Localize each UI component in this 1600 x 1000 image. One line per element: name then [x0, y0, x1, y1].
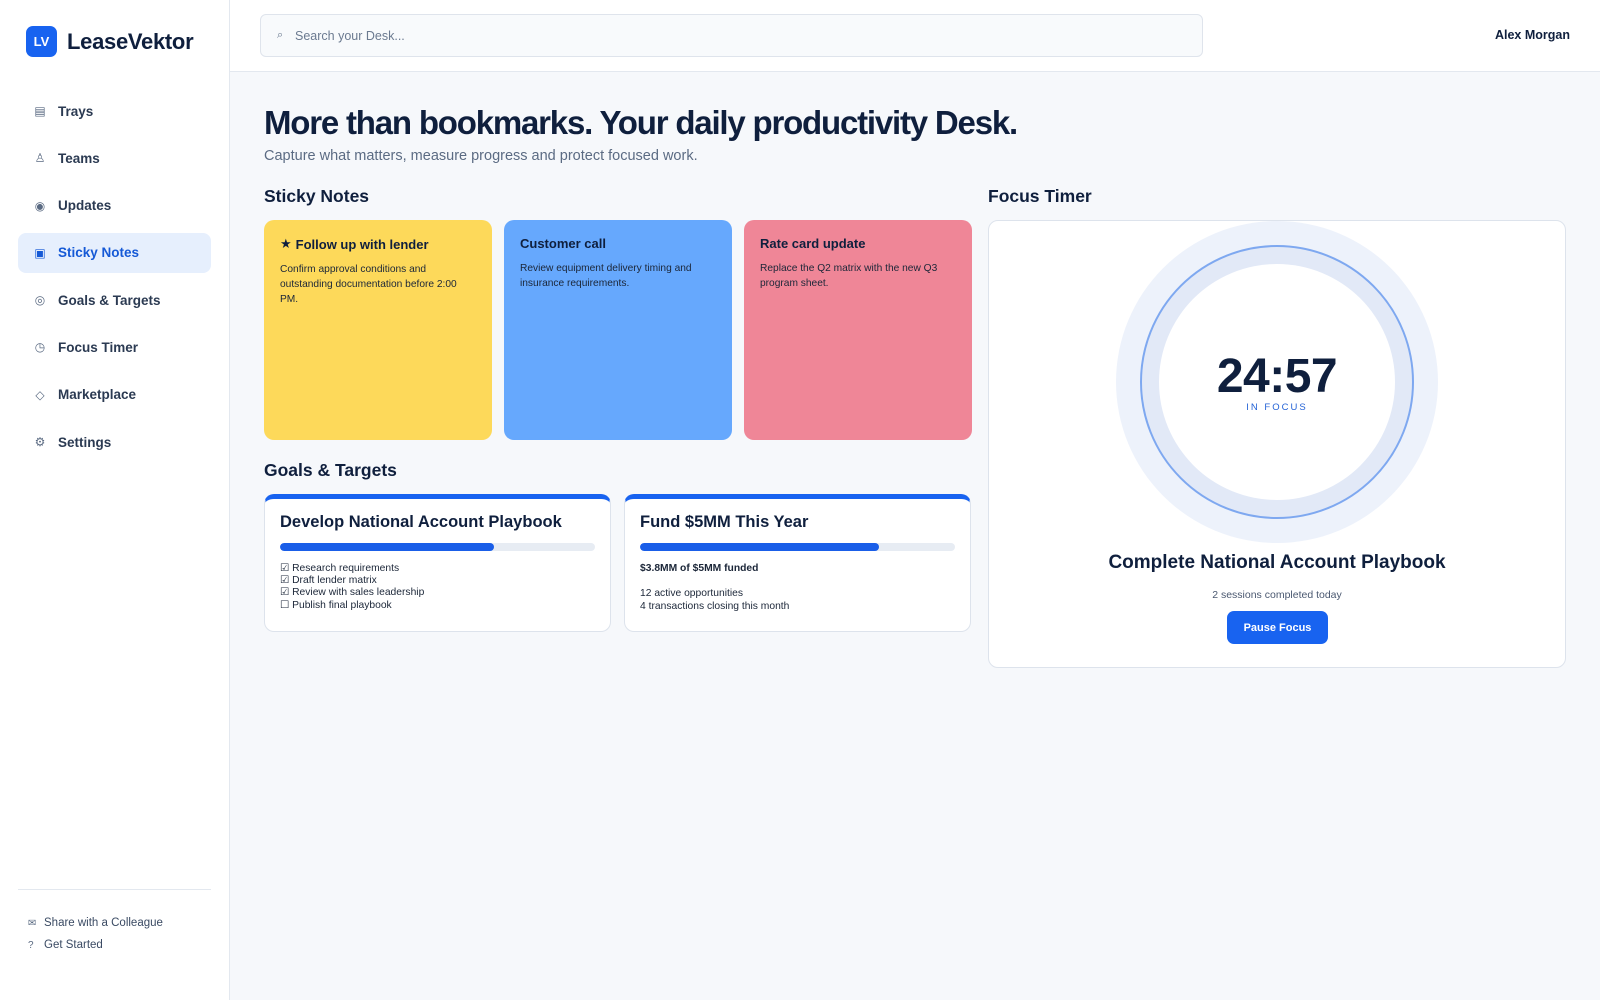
- footer-link-label: Share with a Colleague: [44, 917, 163, 929]
- goal-progress-fill: [640, 543, 880, 551]
- sticky-note[interactable]: Customer call Review equipment delivery t…: [504, 220, 732, 440]
- sidebar-item-label: Sticky Notes: [58, 245, 140, 261]
- checklist-item-text: Publish final playbook: [292, 599, 392, 611]
- help-icon: ?: [28, 939, 34, 951]
- sidebar-item-label: Updates: [58, 198, 112, 214]
- checkbox-empty-icon[interactable]: ☐: [280, 600, 289, 611]
- footer-link-share-with-a-colleague[interactable]: ✉ Share with a Colleague: [28, 912, 163, 934]
- sticky-note[interactable]: ★ Follow up with lender Confirm approval c…: [264, 220, 492, 440]
- sticky-note-body: Review equipment delivery timing and ins…: [520, 263, 692, 289]
- checkbox-checked-icon[interactable]: ☑: [280, 587, 289, 598]
- sidebar-item-focus-timer[interactable]: ◷ Focus Timer: [18, 327, 211, 367]
- sidebar-footer: ✉ Share with a Colleague? Get Started: [28, 912, 163, 956]
- goal-stat: 4 transactions closing this month: [640, 600, 790, 612]
- user-name[interactable]: Alex Morgan: [1495, 28, 1570, 42]
- checklist-item-text: Draft lender matrix: [292, 575, 377, 587]
- sidebar-divider: [18, 889, 211, 890]
- teams-icon: ♙: [34, 151, 46, 166]
- marketplace-icon: ◇: [35, 387, 45, 402]
- sticky-notes-heading: Sticky Notes: [264, 186, 370, 206]
- checklist-item-text: Research requirements: [292, 563, 400, 574]
- sticky-note-title: ★ Follow up with lender: [280, 236, 476, 252]
- checklist-item[interactable]: ☑ Review with sales leadership: [280, 587, 595, 599]
- sidebar-item-sticky-notes[interactable]: ▣ Sticky Notes: [18, 232, 211, 273]
- search-bar[interactable]: ⌕: [260, 14, 1203, 57]
- page-subtitle: Capture what matters, measure progress a…: [264, 148, 698, 164]
- search-icon: ⌕: [277, 29, 284, 41]
- timer-countdown: 24:57: [1216, 350, 1338, 403]
- goal-progress-bar: [280, 543, 595, 551]
- sidebar-item-marketplace[interactable]: ◇ Marketplace: [18, 375, 211, 415]
- goal-funded-amount: $3.8MM of $5MM funded: [640, 563, 759, 574]
- sidebar-item-teams[interactable]: ♙ Teams: [18, 138, 211, 178]
- sidebar-item-updates[interactable]: ◉ Updates: [18, 186, 211, 226]
- checklist-item[interactable]: ☑ Draft lender matrix: [280, 575, 595, 587]
- sidebar-item-label: Goals & Targets: [58, 292, 161, 308]
- target-icon: ◎: [34, 293, 46, 308]
- timer-icon: ◷: [34, 340, 46, 355]
- gear-icon: ⚙: [34, 435, 46, 450]
- sticky-note-title-text: Rate card update: [760, 236, 866, 251]
- sidebar-item-label: Settings: [58, 434, 112, 450]
- goal-card-funding[interactable]: Fund $5MM This Year $3.8MM of $5MM funde…: [624, 494, 971, 632]
- goal-checklist: ☑ Research requirements ☑ Draft lender ma…: [280, 563, 595, 612]
- goal-card-playbook[interactable]: Develop National Account Playbook ☑ Rese…: [264, 494, 611, 632]
- checkbox-checked-icon[interactable]: ☑: [280, 563, 289, 574]
- star-icon: ★: [280, 236, 292, 251]
- goal-title: Develop National Account Playbook: [280, 513, 562, 531]
- sidebar-nav: ▤ Trays ♙ Teams ◉ Updates ▣ Sticky Notes ◎ Goals …: [18, 91, 211, 469]
- search-input[interactable]: [295, 28, 1155, 43]
- brand-logo: LV: [26, 26, 57, 57]
- sticky-note-icon: ▣: [34, 245, 46, 260]
- goal-progress-bar: [640, 543, 955, 551]
- sidebar-item-label: Focus Timer: [58, 339, 139, 355]
- top-header: ⌕ Alex Morgan: [230, 0, 1600, 72]
- checklist-item-text: Review with sales leadership: [292, 587, 425, 599]
- goals-heading: Goals & Targets: [264, 460, 397, 480]
- checklist-item[interactable]: ☐ Publish final playbook: [280, 600, 595, 612]
- timer-status: IN FOCUS: [1246, 402, 1308, 413]
- mail-icon: ✉: [28, 917, 37, 929]
- checklist-item[interactable]: ☑ Research requirements: [280, 563, 595, 575]
- pause-focus-button[interactable]: Pause Focus: [1227, 611, 1328, 644]
- checkbox-checked-icon[interactable]: ☑: [280, 575, 289, 586]
- updates-icon: ◉: [34, 198, 46, 213]
- sticky-note-body: Replace the Q2 matrix with the new Q3 pr…: [760, 263, 938, 289]
- sidebar-item-label: Teams: [58, 150, 100, 166]
- sticky-note-title-text: Follow up with lender: [295, 236, 429, 252]
- footer-link-get-started[interactable]: ? Get Started: [28, 934, 163, 956]
- focus-timer-card: 24:57 IN FOCUS Complete National Account…: [988, 220, 1566, 668]
- sidebar-item-trays[interactable]: ▤ Trays: [18, 91, 211, 131]
- sidebar-item-settings[interactable]: ⚙ Settings: [18, 422, 211, 462]
- sidebar-item-label: Trays: [58, 103, 94, 119]
- page-title: More than bookmarks. Your daily producti…: [264, 104, 1018, 141]
- timer-sessions: 2 sessions completed today: [1212, 589, 1342, 601]
- sticky-note-title: Customer call: [520, 236, 716, 251]
- timer-task: Complete National Account Playbook: [1108, 552, 1446, 573]
- tray-icon: ▤: [34, 104, 46, 118]
- sidebar: LV LeaseVektor ▤ Trays ♙ Teams ◉ Updates ▣ Stic…: [0, 0, 230, 1000]
- sticky-note-title-text: Customer call: [520, 236, 606, 251]
- sticky-note-title: Rate card update: [760, 236, 956, 251]
- sticky-note[interactable]: Rate card update Replace the Q2 matrix wi…: [744, 220, 972, 440]
- sticky-note-body: Confirm approval conditions and outstand…: [280, 264, 457, 305]
- sidebar-item-goals-targets[interactable]: ◎ Goals & Targets: [18, 280, 211, 320]
- sidebar-item-label: Marketplace: [58, 387, 137, 403]
- goal-stat: 12 active opportunities: [640, 588, 744, 599]
- goal-progress-fill: [280, 543, 495, 551]
- brand[interactable]: LV LeaseVektor: [26, 26, 194, 57]
- focus-timer-heading: Focus Timer: [988, 186, 1092, 206]
- footer-link-label: Get Started: [44, 939, 103, 951]
- goal-title: Fund $5MM This Year: [640, 513, 809, 531]
- brand-name: LeaseVektor: [67, 28, 194, 54]
